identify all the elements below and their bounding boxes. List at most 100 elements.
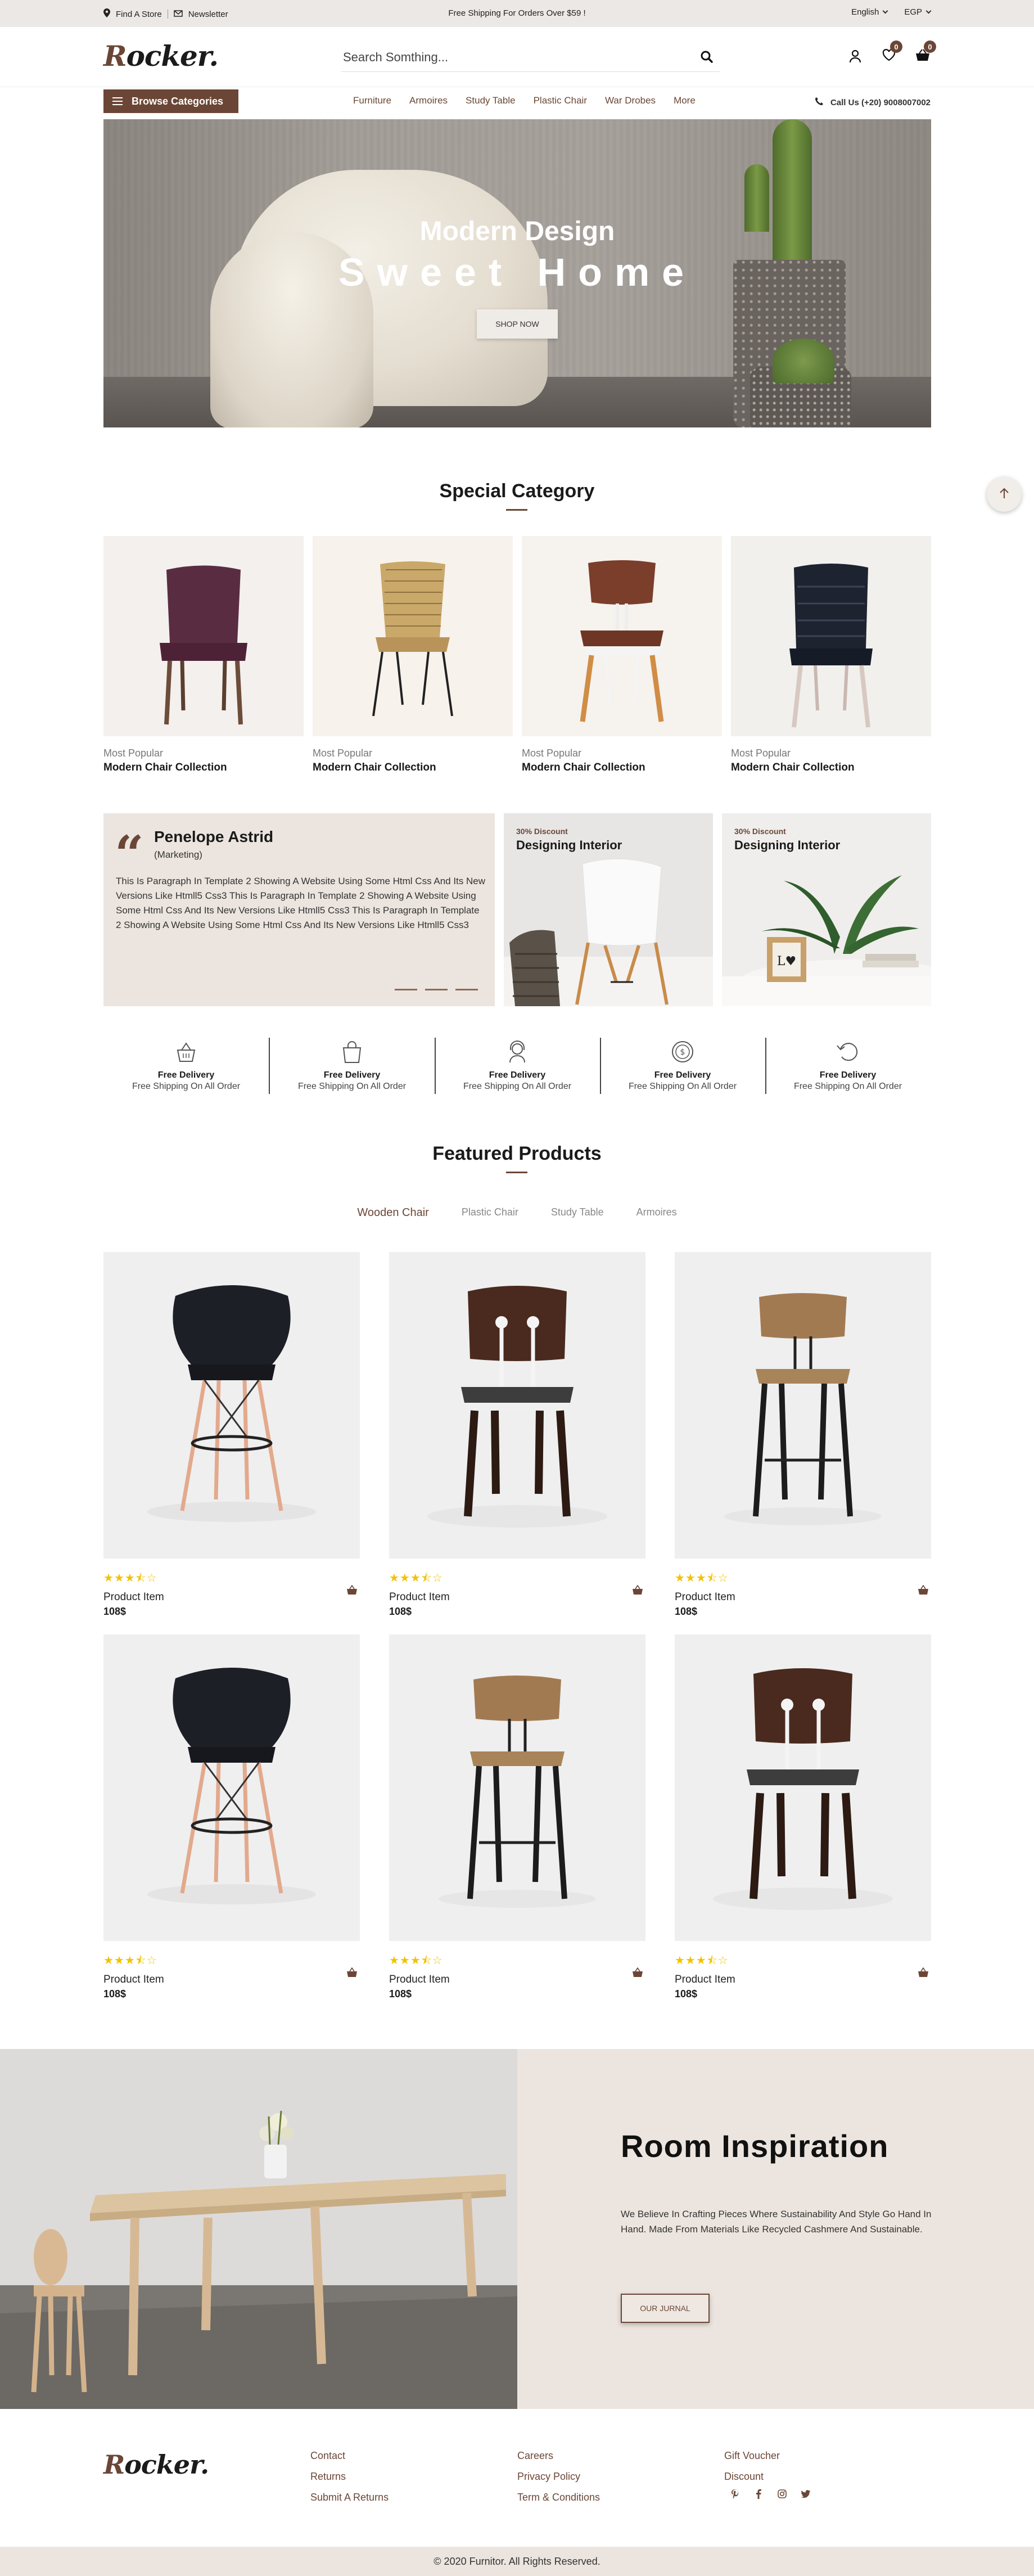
room-text: We Believe In Crafting Pieces Where Sust… <box>621 2209 932 2235</box>
product-card[interactable]: ★★★⯪☆ Product Item 108$ <box>103 1252 360 1618</box>
footer-link-returns[interactable]: Returns <box>310 2466 389 2487</box>
room-panel: Room Inspiration We Believe In Crafting … <box>517 2049 1034 2409</box>
phone-icon <box>815 97 824 108</box>
category-card[interactable]: Most Popular Modern Chair Collection <box>522 536 722 774</box>
hero-subtitle: Modern Design <box>419 217 615 246</box>
language-select[interactable]: English <box>851 7 888 17</box>
shop-now-button[interactable]: SHOP NOW <box>477 309 558 339</box>
product-name: Product Item <box>103 1974 164 1985</box>
tab-study-table[interactable]: Study Table <box>551 1206 604 1219</box>
add-to-cart-icon[interactable] <box>346 1967 358 1980</box>
category-image <box>103 536 304 736</box>
currency-select[interactable]: EGP <box>904 7 932 17</box>
call-us-text: Call Us (+20) 9008007002 <box>830 97 931 107</box>
search-icon[interactable] <box>701 51 713 66</box>
carousel-dot[interactable] <box>425 989 448 990</box>
nav-link-plastic-chair[interactable]: Plastic Chair <box>534 95 587 106</box>
top-bar: Find A Store Newsletter Free Shipping Fo… <box>0 0 1034 27</box>
footer-link-terms[interactable]: Term & Conditions <box>517 2487 600 2508</box>
rating-stars: ★★★⯪☆ <box>389 1572 443 1584</box>
browse-categories-button[interactable]: Browse Categories <box>103 89 238 113</box>
category-name: Modern Chair Collection <box>731 762 855 773</box>
product-card[interactable]: ★★★⯪☆ Product Item 108$ <box>675 1252 931 1618</box>
product-tabs: Wooden Chair Plastic Chair Study Table A… <box>0 1206 1034 1219</box>
product-image <box>389 1252 645 1559</box>
product-card[interactable]: ★★★⯪☆ Product Item 108$ <box>389 1252 645 1618</box>
product-card[interactable]: ★★★⯪☆ Product Item 108$ <box>103 1634 360 2000</box>
discount-card[interactable]: L♥ 30% Discount Designing Interior <box>722 813 931 1006</box>
carousel-dot[interactable] <box>395 989 417 990</box>
user-icon[interactable] <box>847 48 863 64</box>
instagram-icon[interactable] <box>777 2489 787 2499</box>
footer-link-careers[interactable]: Careers <box>517 2446 600 2466</box>
footer-column: Gift Voucher Discount <box>724 2446 780 2487</box>
footer-link-discount[interactable]: Discount <box>724 2466 780 2487</box>
category-card[interactable]: Most Popular Modern Chair Collection <box>731 536 931 774</box>
pinterest-icon[interactable] <box>730 2489 740 2499</box>
facebook-icon[interactable] <box>753 2489 764 2499</box>
add-to-cart-icon[interactable] <box>346 1584 358 1598</box>
feature-subtitle: Free Shipping On All Order <box>463 1082 572 1091</box>
tab-wooden-chair[interactable]: Wooden Chair <box>357 1206 428 1219</box>
nav-link-more[interactable]: More <box>674 95 696 106</box>
feature-subtitle: Free Shipping On All Order <box>628 1082 737 1091</box>
bag-icon <box>338 1038 366 1066</box>
add-to-cart-icon[interactable] <box>632 1967 643 1980</box>
feature-item: Free Delivery Free Shipping On All Order <box>103 1038 269 1097</box>
tab-armoires[interactable]: Armoires <box>636 1206 677 1219</box>
category-label: Most Popular <box>522 747 582 759</box>
product-image <box>675 1252 931 1559</box>
nav-link-study-table[interactable]: Study Table <box>466 95 516 106</box>
chevron-down-icon <box>882 8 888 14</box>
call-us[interactable]: Call Us (+20) 9008007002 <box>815 97 931 108</box>
footer-link-privacy[interactable]: Privacy Policy <box>517 2466 600 2487</box>
product-card[interactable]: ★★★⯪☆ Product Item 108$ <box>675 1634 931 2000</box>
product-name: Product Item <box>675 1974 735 1985</box>
main-nav: Browse Categories Furniture Armoires Stu… <box>0 87 1034 115</box>
logo-initial: R <box>103 39 127 73</box>
search-input[interactable] <box>341 49 678 65</box>
cart-button[interactable]: 0 <box>915 40 936 64</box>
footer-link-contact[interactable]: Contact <box>310 2446 389 2466</box>
feature-subtitle: Free Shipping On All Order <box>297 1082 407 1091</box>
feature-item: Free Delivery Free Shipping On All Order <box>765 1038 931 1097</box>
twitter-icon[interactable] <box>801 2489 811 2499</box>
nav-link-armoires[interactable]: Armoires <box>409 95 448 106</box>
add-to-cart-icon[interactable] <box>918 1967 929 1980</box>
product-name: Product Item <box>389 1591 450 1603</box>
rating-stars: ★★★⯪☆ <box>675 1572 729 1584</box>
wishlist-button[interactable]: 0 <box>881 40 902 64</box>
feature-title: Free Delivery <box>654 1070 711 1080</box>
footer-link-gift-voucher[interactable]: Gift Voucher <box>724 2446 780 2466</box>
product-price: 108$ <box>103 1606 127 1617</box>
copyright: © 2020 Furnitor. All Rights Reserved. <box>0 2547 1034 2576</box>
add-to-cart-icon[interactable] <box>918 1584 929 1598</box>
product-name: Product Item <box>103 1591 164 1603</box>
category-card[interactable]: Most Popular Modern Chair Collection <box>313 536 513 774</box>
footer-link-submit-returns[interactable]: Submit A Returns <box>310 2487 389 2508</box>
footer-logo[interactable]: Rocker. <box>103 2449 209 2480</box>
category-image <box>731 536 931 736</box>
quote-icon: “ <box>115 825 144 884</box>
nav-link-furniture[interactable]: Furniture <box>353 95 391 106</box>
carousel-dot[interactable] <box>455 989 478 990</box>
coin-icon: $ <box>669 1038 697 1066</box>
product-card[interactable]: ★★★⯪☆ Product Item 108$ <box>389 1634 645 2000</box>
rating-stars: ★★★⯪☆ <box>675 1954 729 1967</box>
tab-plastic-chair[interactable]: Plastic Chair <box>462 1206 518 1219</box>
browse-label: Browse Categories <box>132 95 224 107</box>
testimonial-name: Penelope Astrid <box>154 828 274 845</box>
add-to-cart-icon[interactable] <box>632 1584 643 1598</box>
logo[interactable]: Rocker. <box>103 39 219 73</box>
feature-item: $ Free Delivery Free Shipping On All Ord… <box>600 1038 765 1097</box>
footer-column: Careers Privacy Policy Term & Conditions <box>517 2446 600 2508</box>
feature-subtitle: Free Shipping On All Order <box>132 1082 241 1091</box>
discount-card[interactable]: 30% Discount Designing Interior <box>504 813 713 1006</box>
our-journal-button[interactable]: OUR JURNAL <box>621 2294 710 2323</box>
category-card[interactable]: Most Popular Modern Chair Collection <box>103 536 304 774</box>
scroll-to-top-button[interactable] <box>987 477 1022 512</box>
room-title: Room Inspiration <box>621 2128 889 2164</box>
nav-link-war-drobes[interactable]: War Drobes <box>605 95 656 106</box>
category-name: Modern Chair Collection <box>522 762 645 773</box>
discount-label: 30% Discount <box>734 827 786 836</box>
